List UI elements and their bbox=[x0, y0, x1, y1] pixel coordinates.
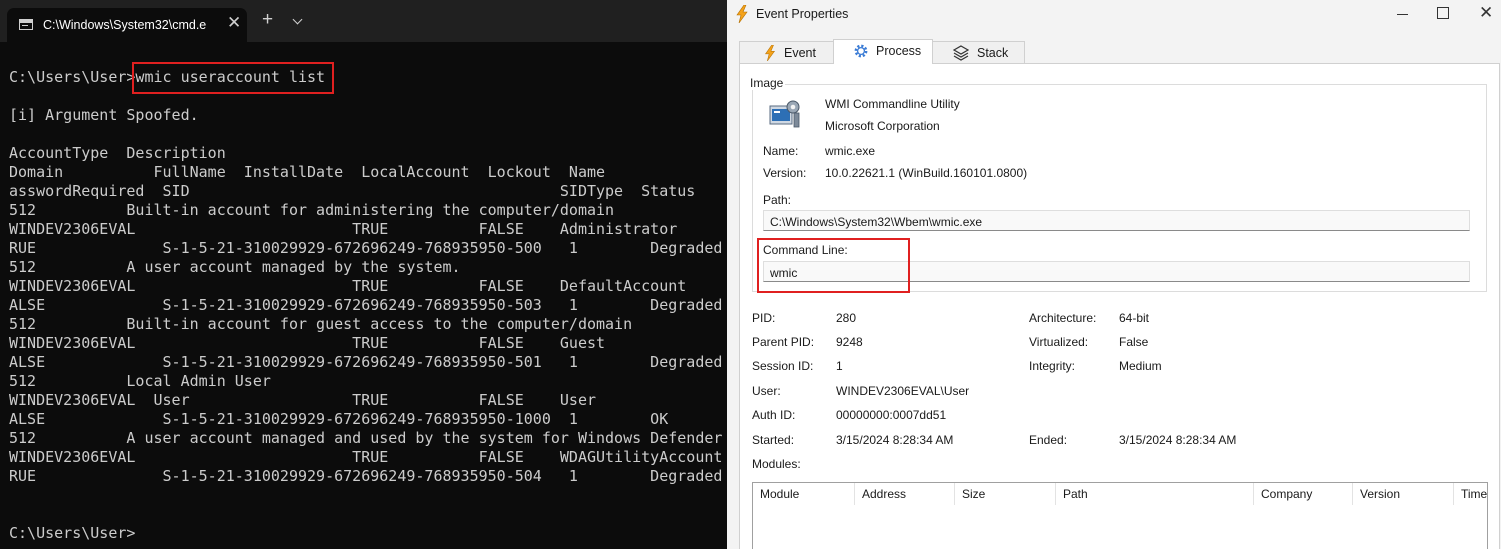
name-label: Name: bbox=[763, 144, 799, 158]
terminal-line: 512 Built-in account for guest access to… bbox=[9, 315, 633, 333]
image-group-legend: Image bbox=[748, 76, 786, 90]
terminal-line: 512 A user account managed and used by t… bbox=[9, 429, 723, 447]
terminal-line: 512 A user account managed by the system… bbox=[9, 258, 461, 276]
terminal-line: RUE S-1-5-21-310029929-672696249-7689359… bbox=[9, 467, 723, 485]
stack-icon bbox=[953, 45, 969, 61]
column-header-time[interactable]: Time bbox=[1454, 483, 1487, 505]
integrity-value: Medium bbox=[1119, 359, 1162, 373]
name-value: wmic.exe bbox=[825, 144, 876, 158]
terminal-tab-bar: C:\Windows\System32\cmd.e ✕ + bbox=[0, 0, 727, 42]
virtualized-label: Virtualized: bbox=[1029, 335, 1089, 349]
session-id-label: Session ID: bbox=[752, 359, 814, 373]
auth-id-value: 00000000:0007dd51 bbox=[836, 408, 947, 422]
terminal-line: WINDEV2306EVAL User TRUE FALSE User bbox=[9, 391, 596, 409]
terminal-tab-title: C:\Windows\System32\cmd.e bbox=[43, 18, 207, 32]
terminal-line: WINDEV2306EVAL TRUE FALSE Administrator bbox=[9, 220, 678, 238]
terminal-window: C:\Windows\System32\cmd.e ✕ + C:\Users\U… bbox=[0, 0, 727, 549]
user-value: WINDEV2306EVAL\User bbox=[836, 384, 970, 398]
column-header-module[interactable]: Module bbox=[753, 483, 855, 505]
architecture-label: Architecture: bbox=[1029, 311, 1097, 325]
wmi-app-icon bbox=[769, 100, 800, 128]
column-header-address[interactable]: Address bbox=[855, 483, 955, 505]
maximize-icon[interactable] bbox=[1437, 7, 1449, 19]
version-label: Version: bbox=[763, 166, 807, 180]
command-highlight-box bbox=[132, 62, 334, 94]
terminal-tab[interactable]: C:\Windows\System32\cmd.e ✕ bbox=[7, 8, 247, 42]
terminal-line: 512 Built-in account for administering t… bbox=[9, 201, 615, 219]
process-panel: Image WMI Commandline Utility Microsoft … bbox=[739, 63, 1500, 549]
cmd-icon bbox=[19, 19, 33, 30]
ended-value: 3/15/2024 8:28:34 AM bbox=[1119, 433, 1237, 447]
integrity-label: Integrity: bbox=[1029, 359, 1076, 373]
column-header-version[interactable]: Version bbox=[1353, 483, 1454, 505]
started-label: Started: bbox=[752, 433, 795, 447]
modules-table[interactable]: Module Address Size Path Company Version… bbox=[752, 482, 1488, 549]
modules-label: Modules: bbox=[752, 457, 801, 471]
parent-pid-value: 9248 bbox=[836, 335, 863, 349]
path-label: Path: bbox=[763, 193, 792, 207]
terminal-line: ALSE S-1-5-21-310029929-672696249-768935… bbox=[9, 296, 723, 314]
pid-label: PID: bbox=[752, 311, 776, 325]
path-field[interactable]: C:\Windows\System32\Wbem\wmic.exe bbox=[763, 210, 1470, 231]
column-header-company[interactable]: Company bbox=[1254, 483, 1353, 505]
terminal-line: Domain FullName InstallDate LocalAccount… bbox=[9, 163, 606, 181]
parent-pid-label: Parent PID: bbox=[752, 335, 815, 349]
modules-table-header: Module Address Size Path Company Version… bbox=[753, 483, 1487, 505]
event-properties-window: Event Properties ✕ Event Process Stack I… bbox=[727, 0, 1501, 549]
close-icon[interactable]: ✕ bbox=[1479, 4, 1493, 21]
plus-icon[interactable]: + bbox=[262, 10, 273, 29]
gear-icon bbox=[854, 44, 868, 58]
bolt-icon bbox=[736, 5, 748, 23]
image-company: Microsoft Corporation bbox=[825, 119, 940, 133]
pid-value: 280 bbox=[836, 311, 857, 325]
ended-label: Ended: bbox=[1029, 433, 1068, 447]
column-header-size[interactable]: Size bbox=[955, 483, 1056, 505]
started-value: 3/15/2024 8:28:34 AM bbox=[836, 433, 954, 447]
column-header-path[interactable]: Path bbox=[1056, 483, 1254, 505]
user-label: User: bbox=[752, 384, 781, 398]
close-icon[interactable]: ✕ bbox=[227, 14, 241, 31]
session-id-value: 1 bbox=[836, 359, 843, 373]
terminal-line: ALSE S-1-5-21-310029929-672696249-768935… bbox=[9, 353, 723, 371]
terminal-line: WINDEV2306EVAL TRUE FALSE Guest bbox=[9, 334, 606, 352]
terminal-line: ALSE S-1-5-21-310029929-672696249-768935… bbox=[9, 410, 669, 428]
virtualized-value: False bbox=[1119, 335, 1149, 349]
window-title: Event Properties bbox=[756, 7, 849, 21]
terminal-line: asswordRequired SID SIDType Status bbox=[9, 182, 696, 200]
tab-stack[interactable]: Stack bbox=[932, 41, 1025, 63]
tab-label: Event bbox=[784, 46, 816, 60]
version-value: 10.0.22621.1 (WinBuild.160101.0800) bbox=[825, 166, 1028, 180]
minimize-icon[interactable] bbox=[1397, 14, 1408, 15]
terminal-line: [i] Argument Spoofed. bbox=[9, 106, 199, 124]
tab-event[interactable]: Event bbox=[739, 41, 834, 63]
image-description: WMI Commandline Utility bbox=[825, 97, 960, 111]
terminal-line: AccountType Description bbox=[9, 144, 226, 162]
terminal-prompt: C:\Users\User> bbox=[9, 524, 136, 542]
tab-label: Process bbox=[876, 44, 922, 58]
terminal-line: WINDEV2306EVAL TRUE FALSE DefaultAccount bbox=[9, 277, 687, 295]
auth-id-label: Auth ID: bbox=[752, 408, 796, 422]
terminal-line: 512 Local Admin User bbox=[9, 372, 271, 390]
terminal-line: RUE S-1-5-21-310029929-672696249-7689359… bbox=[9, 239, 723, 257]
architecture-value: 64-bit bbox=[1119, 311, 1150, 325]
chevron-down-icon[interactable] bbox=[292, 14, 303, 25]
terminal-line: WINDEV2306EVAL TRUE FALSE WDAGUtilityAcc… bbox=[9, 448, 723, 466]
title-bar: Event Properties ✕ bbox=[727, 0, 1501, 30]
command-line-highlight-box bbox=[757, 238, 910, 293]
tab-label: Stack bbox=[977, 46, 1009, 60]
tab-process[interactable]: Process bbox=[833, 39, 933, 64]
bolt-icon bbox=[765, 45, 775, 61]
